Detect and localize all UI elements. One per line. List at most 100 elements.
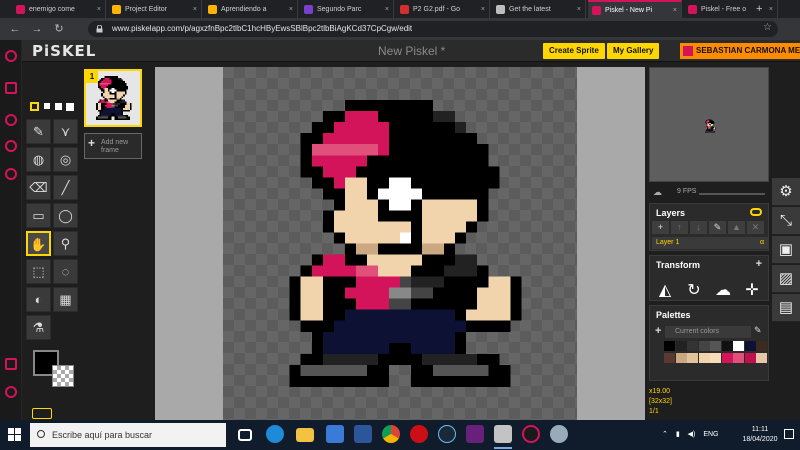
edge-icon[interactable] (266, 425, 284, 443)
animation-preview[interactable] (649, 67, 769, 182)
palette-swatch[interactable] (675, 341, 687, 351)
palette-swatch[interactable] (721, 353, 733, 363)
browser-tab[interactable]: Project Editor × (108, 0, 202, 18)
close-tab-icon[interactable]: × (190, 6, 197, 13)
url-field[interactable]: www.piskelapp.com/p/agxzfnBpc2tlbC1hcHBy… (88, 21, 778, 37)
delete-layer-icon[interactable]: ✕ (747, 221, 764, 234)
add-palette-icon[interactable]: + (655, 325, 661, 337)
taskbar-clock[interactable]: 11:11 18/04/2020 (738, 425, 782, 445)
merge-layer-icon[interactable]: ▲ (728, 221, 745, 234)
lasso-select-tool-icon[interactable]: ◌ (53, 259, 78, 284)
eraser-tool-icon[interactable]: ⌫ (26, 175, 51, 200)
close-tab-icon[interactable]: × (766, 6, 773, 13)
palette-swatch[interactable] (744, 341, 756, 351)
task-view-icon[interactable] (238, 429, 252, 441)
opera-icon[interactable] (410, 425, 428, 443)
sidebar-app-icon[interactable] (5, 140, 17, 152)
rectangle-select-tool-icon[interactable]: ⬚ (26, 259, 51, 284)
sidebar-app-icon[interactable] (5, 82, 17, 94)
taskbar-search-input[interactable]: Escribe aquí para buscar (30, 423, 226, 447)
export-image-icon[interactable]: ▨ (772, 265, 800, 293)
browser-tab[interactable]: P2 G2.pdf - Go × (396, 0, 490, 18)
pen-size-1[interactable] (30, 102, 39, 111)
steam-icon[interactable] (438, 425, 456, 443)
close-tab-icon[interactable]: × (286, 6, 293, 13)
palette-swatch[interactable] (756, 341, 767, 351)
transform-expand-icon[interactable]: + (756, 258, 762, 270)
circle-tool-icon[interactable]: ◯ (53, 203, 78, 228)
shape-select-tool-icon[interactable]: ⚲ (53, 231, 78, 256)
stroke-tool-icon[interactable]: ╱ (53, 175, 78, 200)
piskel-logo[interactable]: PiSKEL (32, 42, 96, 60)
pen-tool-icon[interactable]: ✎ (26, 119, 51, 144)
move-layer-up-icon[interactable]: ↑ (671, 221, 688, 234)
fps-slider[interactable] (699, 193, 765, 195)
language-indicator[interactable]: ENG (703, 431, 718, 438)
create-sprite-button[interactable]: Create Sprite (543, 43, 605, 59)
clone-sheep-icon[interactable]: ☁ (710, 278, 736, 304)
forward-icon[interactable]: → (30, 22, 44, 36)
save-icon[interactable]: ▣ (772, 236, 800, 264)
palette-swatch[interactable] (687, 353, 698, 363)
keyboard-shortcuts-icon[interactable] (32, 408, 52, 419)
drawing-canvas[interactable] (223, 67, 577, 420)
reload-icon[interactable]: ↻ (52, 22, 66, 36)
sidebar-app-icon[interactable] (5, 358, 17, 370)
flip-icon[interactable]: ◭ (652, 278, 678, 304)
palette-swatch[interactable] (744, 353, 756, 363)
palette-swatch[interactable] (733, 353, 744, 363)
palette-swatch[interactable] (710, 341, 721, 351)
frame-thumbnail[interactable]: 1 (84, 69, 142, 127)
close-tab-icon[interactable]: × (478, 6, 485, 13)
mirror-pen-tool-icon[interactable]: ⋎ (53, 119, 78, 144)
move-hand-tool-icon[interactable]: ✋ (26, 231, 51, 256)
chrome-icon[interactable] (382, 425, 400, 443)
file-explorer-icon[interactable] (296, 428, 314, 442)
bookmark-star-icon[interactable]: ☆ (763, 22, 772, 33)
sidebar-app-icon[interactable] (5, 114, 17, 126)
close-tab-icon[interactable]: × (670, 7, 677, 14)
app-icon[interactable] (550, 425, 568, 443)
eye-icon[interactable] (750, 208, 762, 216)
browser-tab[interactable]: Piskel - New Pi × (588, 0, 682, 18)
center-align-icon[interactable]: ✛ (739, 278, 765, 304)
edit-layer-icon[interactable]: ✎ (709, 221, 726, 234)
pen-size-4[interactable] (66, 103, 74, 111)
back-icon[interactable]: ← (8, 22, 22, 36)
palette-swatch[interactable] (675, 353, 687, 363)
app-icon[interactable] (494, 425, 512, 443)
palette-dropdown[interactable]: Current colors (665, 326, 751, 338)
network-icon[interactable]: ▮ (676, 431, 680, 438)
my-gallery-button[interactable]: My Gallery (607, 43, 660, 59)
color-picker-tool-icon[interactable]: ⚗ (26, 315, 51, 340)
new-tab-button[interactable]: + (752, 0, 766, 18)
add-layer-icon[interactable]: + (652, 221, 669, 234)
palette-swatch[interactable] (664, 341, 675, 351)
rotate-icon[interactable]: ↻ (681, 278, 707, 304)
browser-tab[interactable]: Aprendiendo a × (204, 0, 298, 18)
palette-swatch[interactable] (733, 341, 744, 351)
edit-palette-icon[interactable]: ✎ (754, 325, 762, 336)
layer-opacity-icon[interactable]: α (760, 237, 764, 249)
close-tab-icon[interactable]: × (94, 6, 101, 13)
close-tab-icon[interactable]: × (382, 6, 389, 13)
layer-item[interactable]: Layer 1 α (652, 237, 768, 249)
sidebar-app-icon[interactable] (5, 386, 17, 398)
palette-swatch[interactable] (710, 353, 721, 363)
resize-icon[interactable]: ⤡ (772, 207, 800, 235)
sidebar-app-icon[interactable] (5, 50, 17, 62)
pen-size-2[interactable] (44, 103, 50, 109)
settings-gear-icon[interactable]: ⚙ (772, 178, 800, 206)
browser-tab[interactable]: Segundo Parc × (300, 0, 394, 18)
sidebar-app-icon[interactable] (5, 168, 17, 180)
paint-same-color-tool-icon[interactable]: ◎ (53, 147, 78, 172)
palette-swatch[interactable] (698, 353, 710, 363)
move-layer-down-icon[interactable]: ↓ (690, 221, 707, 234)
opera-gx-icon[interactable] (522, 425, 540, 443)
volume-icon[interactable]: ◀) (688, 431, 696, 438)
rectangle-tool-icon[interactable]: ▭ (26, 203, 51, 228)
visual-studio-icon[interactable] (466, 425, 484, 443)
palette-swatch[interactable] (687, 341, 698, 351)
add-frame-button[interactable]: + Add new frame (84, 133, 142, 159)
palette-swatch[interactable] (698, 341, 710, 351)
